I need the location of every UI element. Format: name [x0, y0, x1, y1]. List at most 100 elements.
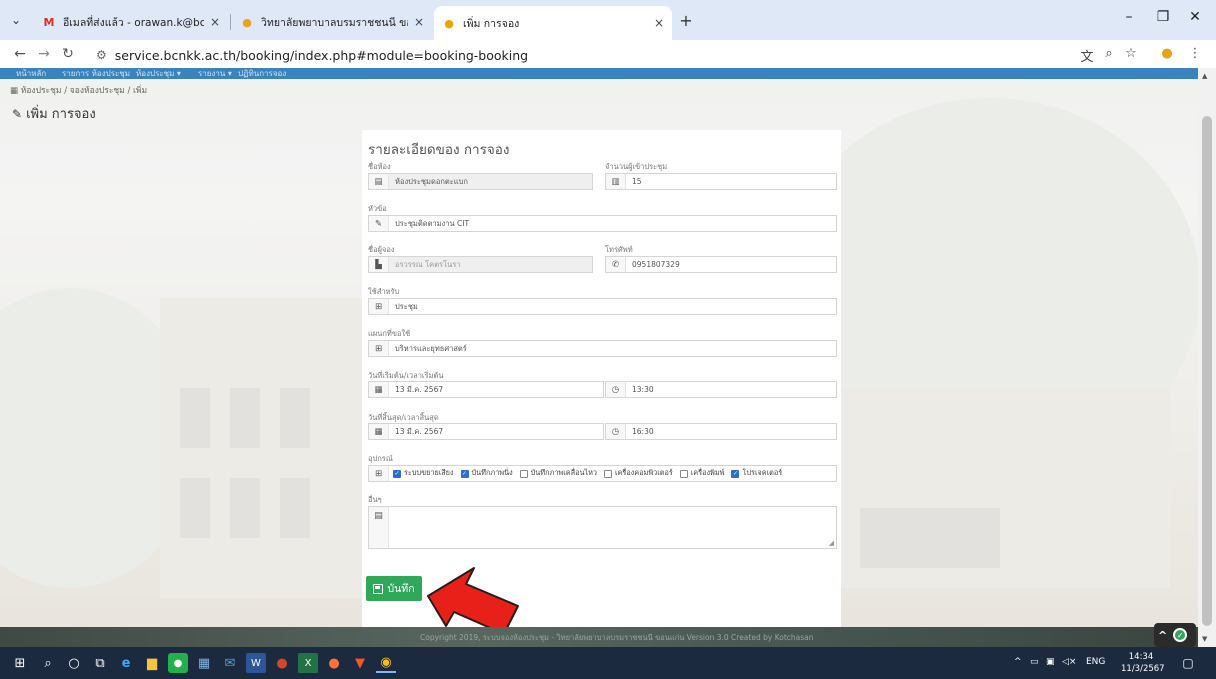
scroll-up-icon[interactable]: ▲	[1202, 72, 1207, 80]
page-viewport: หน้าหลัก รายการ ห้องประชุม ห้องประชุม ▾ …	[0, 68, 1198, 627]
calendar-app-icon[interactable]: ▦	[194, 653, 214, 673]
department-select[interactable]: ⊞ บริหารและยุทธศาสตร์	[368, 340, 837, 357]
end-time-field[interactable]: ◷ 16:30	[605, 423, 837, 440]
forward-icon[interactable]: →	[34, 46, 54, 62]
attendees-field[interactable]: ▥ 15	[605, 173, 837, 190]
checkbox-unchecked[interactable]	[679, 469, 688, 478]
nav-item-home[interactable]: หน้าหลัก	[16, 68, 46, 80]
translate-icon[interactable]: 文	[1078, 46, 1096, 65]
room-label: ชื่อห้อง	[368, 162, 391, 171]
save-button[interactable]: บันทึก	[366, 576, 422, 601]
powerpoint-icon[interactable]: ●	[272, 653, 292, 673]
equipment-computer[interactable]: เครื่องคอมพิวเตอร์	[604, 468, 673, 479]
booker-field[interactable]: ▙ อรวรรณ โคตรโนรา	[368, 256, 593, 273]
extension-icon[interactable]: ●	[1158, 46, 1176, 61]
resize-grip-icon[interactable]: ◢	[829, 539, 834, 547]
checkbox-checked[interactable]: ✓	[460, 469, 469, 478]
site-info-icon[interactable]: ⚙	[96, 48, 107, 62]
shield-check-icon: ✓	[1173, 628, 1188, 642]
edge-icon[interactable]: e	[116, 653, 136, 673]
brave-icon[interactable]: ▼	[350, 653, 370, 673]
excel-icon[interactable]: X	[298, 653, 318, 673]
scroll-down-icon[interactable]: ▼	[1202, 635, 1207, 643]
tray-chevron-icon[interactable]: ^	[1014, 657, 1022, 667]
menu-icon[interactable]: ⋮	[1186, 46, 1204, 61]
tab-list-button[interactable]: ⌄	[8, 12, 24, 28]
booking-form: รายละเอียดของ การจอง ชื่อห้อง ▤ ห้องประช…	[362, 130, 841, 627]
nav-item-reports[interactable]: รายงาน ▾	[198, 68, 232, 80]
task-view-icon[interactable]: ⧉	[90, 653, 110, 673]
topic-field[interactable]: ✎ ประชุมติดตามงาน CIT	[368, 215, 837, 232]
start-time-field[interactable]: ◷ 13:30	[605, 381, 837, 398]
end-time-value: 16:30	[632, 427, 654, 436]
chrome-icon[interactable]: ◉	[376, 653, 396, 673]
search-icon[interactable]: ⌕	[38, 653, 58, 673]
nav-item-room-list[interactable]: รายการ ห้องประชุม	[62, 68, 130, 80]
restore-button[interactable]: ❐	[1148, 9, 1178, 25]
attendees-value: 15	[632, 177, 642, 186]
floppy-disk-icon	[373, 583, 384, 594]
back-icon[interactable]: ←	[10, 46, 30, 62]
word-icon[interactable]: W	[246, 653, 266, 673]
phone-icon: ✆	[606, 257, 626, 272]
new-tab-button[interactable]: +	[676, 10, 696, 30]
scrollbar-thumb[interactable]	[1202, 116, 1212, 626]
speaker-icon[interactable]: ◁×	[1062, 657, 1076, 667]
firefox-icon[interactable]: ●	[324, 653, 344, 673]
footer-text: Copyright 2019, ระบบจองห้องประชุม - วิทย…	[420, 633, 814, 642]
start-time-value: 13:30	[632, 385, 654, 394]
booker-label: ชื่อผู้จอง	[368, 245, 395, 254]
checkbox-unchecked[interactable]	[604, 469, 613, 478]
equipment-sound[interactable]: ✓ ระบบขยายเสียง	[393, 468, 454, 479]
language-indicator[interactable]: ENG	[1086, 657, 1105, 667]
tab-booking[interactable]: ● เพิ่ม การจอง ×	[434, 6, 672, 40]
breadcrumb: ▦ ห้องประชุม / จองห้องประชุม / เพิ่ม	[10, 83, 147, 97]
checkbox-unchecked[interactable]	[519, 469, 528, 478]
minimize-button[interactable]: –	[1114, 9, 1144, 25]
bookmark-star-icon[interactable]: ☆	[1122, 46, 1140, 61]
equipment-photo[interactable]: ✓ บันทึกภาพนิ่ง	[460, 468, 513, 479]
checkbox-checked[interactable]: ✓	[731, 469, 740, 478]
end-date-field[interactable]: ▦ 13 มี.ค. 2567	[368, 423, 604, 440]
calendar-icon: ▦	[10, 86, 21, 96]
reload-icon[interactable]: ↻	[58, 46, 78, 62]
back-to-top-button[interactable]: ^ ✓	[1154, 623, 1196, 647]
group-icon: ▥	[606, 174, 626, 189]
caret-up-icon: ^	[1158, 628, 1168, 642]
tab-close-icon[interactable]: ×	[210, 15, 220, 29]
booker-value: อรวรรณ โคตรโนรา	[395, 259, 461, 269]
breadcrumb-text[interactable]: ห้องประชุม / จองห้องประชุม / เพิ่ม	[21, 86, 147, 96]
attendees-label: จำนวนผู้เข้าประชุม	[605, 162, 668, 171]
windows-start-icon[interactable]: ⊞	[10, 653, 30, 673]
tab-college[interactable]: ● วิทยาลัยพยาบาลบรมราชชนนี ขอนแก่น ×	[232, 7, 432, 37]
room-field[interactable]: ▤ ห้องประชุมดอกตะแบก	[368, 173, 593, 190]
equipment-printer[interactable]: เครื่องพิมพ์	[679, 468, 724, 479]
equipment-projector[interactable]: ✓ โปรเจคเตอร์	[731, 468, 782, 479]
browser-tab-bar: ⌄ M อีเมลที่ส่งแล้ว - orawan.k@bcnkk.ac.…	[0, 0, 1216, 40]
checkbox-checked[interactable]: ✓	[393, 469, 401, 478]
mail-icon[interactable]: ✉	[220, 653, 240, 673]
notification-icon[interactable]: ▢	[1178, 653, 1198, 673]
file-explorer-icon[interactable]: ▆	[142, 653, 162, 673]
tab-close-icon[interactable]: ×	[414, 15, 424, 29]
tab-gmail[interactable]: M อีเมลที่ส่งแล้ว - orawan.k@bcnkk.ac.th…	[34, 7, 228, 37]
zoom-icon[interactable]: ⌕	[1100, 46, 1118, 61]
nav-item-calendar[interactable]: ปฏิทินการจอง	[238, 68, 286, 80]
tab-title: วิทยาลัยพยาบาลบรมราชชนนี ขอนแก่น	[261, 16, 408, 29]
line-icon[interactable]: ●	[168, 653, 188, 673]
network-icon[interactable]: ▭	[1030, 657, 1039, 667]
other-textarea[interactable]: ▤ ◢	[368, 506, 837, 549]
close-window-button[interactable]: ✕	[1180, 9, 1210, 25]
nav-item-rooms[interactable]: ห้องประชุม ▾	[136, 68, 181, 80]
cortana-icon[interactable]: ○	[64, 653, 84, 673]
tab-close-icon[interactable]: ×	[654, 16, 664, 30]
battery-icon[interactable]: ▣	[1046, 657, 1055, 667]
address-bar[interactable]: ⚙ service.bcnkk.ac.th/booking/index.php#…	[96, 44, 1056, 66]
used-for-select[interactable]: ⊞ ประชุม	[368, 298, 837, 315]
start-date-field[interactable]: ▦ 13 มี.ค. 2567	[368, 381, 604, 398]
page-scrollbar[interactable]: ▲ ▼	[1198, 68, 1216, 647]
taskbar-clock[interactable]: 14:34 11/3/2567	[1121, 651, 1165, 675]
equipment-video[interactable]: บันทึกภาพเคลื่อนไหว	[519, 468, 597, 479]
page-title-text: เพิ่ม การจอง	[26, 107, 96, 122]
phone-field[interactable]: ✆ 0951807329	[605, 256, 837, 273]
